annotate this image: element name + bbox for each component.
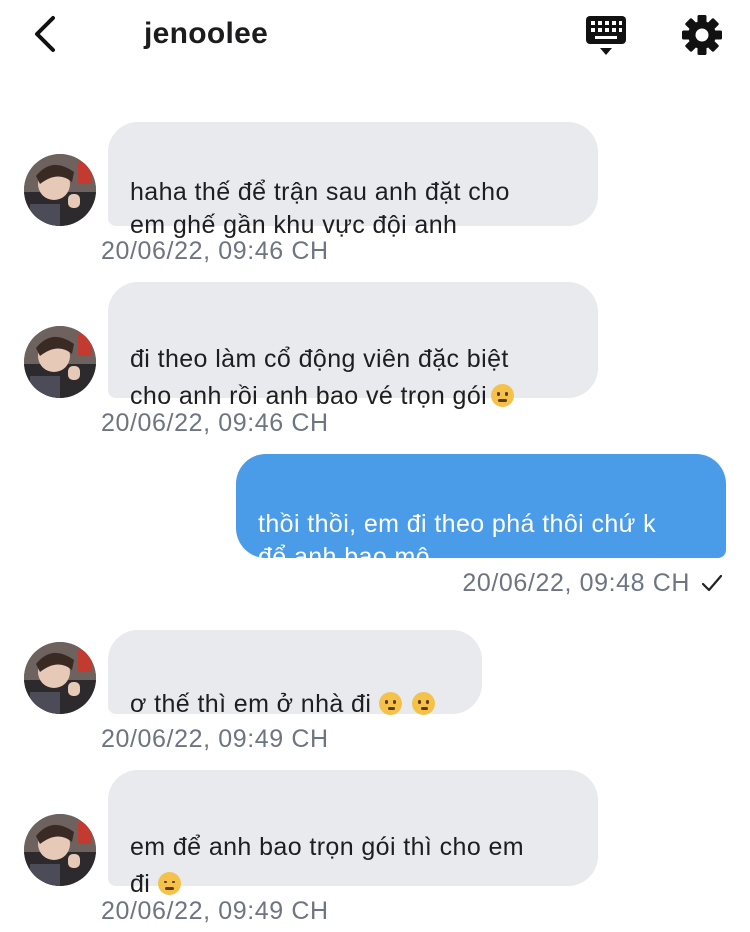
avatar[interactable] xyxy=(24,326,96,398)
message-bubble-incoming[interactable]: em để anh bao trọn gói thì cho em đi xyxy=(108,770,598,898)
avatar-photo xyxy=(24,326,96,398)
keyboard-icon xyxy=(586,16,626,55)
gear-icon xyxy=(682,15,722,55)
message-timestamp: 20/06/22, 09:49 CH xyxy=(101,725,329,753)
settings-button[interactable] xyxy=(679,12,725,58)
message-text: em để anh bao trọn gói thì cho em đi xyxy=(130,833,524,898)
message-bubble-outgoing[interactable]: thồi thồi, em đi theo phá thôi chứ k để … xyxy=(236,454,726,571)
thinking-face-emoji xyxy=(379,692,403,715)
avatar-photo xyxy=(24,154,96,226)
message-timestamp: 20/06/22, 09:46 CH xyxy=(101,237,329,265)
back-button[interactable] xyxy=(26,12,66,56)
message-text: đi theo làm cổ động viên đặc biệt cho an… xyxy=(130,345,509,410)
message-bubble-incoming[interactable]: haha thế để trận sau anh đặt cho em ghế … xyxy=(108,122,598,239)
thinking-face-emoji xyxy=(412,692,436,715)
message-text: thồi thồi, em đi theo phá thôi chứ k để … xyxy=(258,510,657,571)
avatar[interactable] xyxy=(24,154,96,226)
message-timestamp: 20/06/22, 09:46 CH xyxy=(101,409,329,437)
message-timestamp: 20/06/22, 09:48 CH xyxy=(462,569,690,597)
avatar[interactable] xyxy=(24,814,96,886)
message-text: haha thế để trận sau anh đặt cho em ghế … xyxy=(130,178,510,239)
avatar-photo xyxy=(24,814,96,886)
avatar[interactable] xyxy=(24,642,96,714)
message-text: ơ thế thì em ở nhà đi xyxy=(130,690,372,718)
chevron-left-icon xyxy=(35,16,55,52)
avatar-photo xyxy=(24,642,96,714)
message-bubble-incoming[interactable]: ơ thế thì em ở nhà đi xyxy=(108,630,482,718)
message-timestamp: 20/06/22, 09:49 CH xyxy=(101,897,329,925)
checkmark-icon xyxy=(701,574,723,592)
keyboard-button[interactable] xyxy=(582,12,630,58)
sneezing-face-emoji xyxy=(491,384,515,407)
message-bubble-incoming[interactable]: đi theo làm cổ động viên đặc biệt cho an… xyxy=(108,282,598,410)
chat-header: jenoolee xyxy=(0,0,750,72)
drooling-face-emoji xyxy=(158,872,182,895)
chat-title[interactable]: jenoolee xyxy=(144,14,268,54)
